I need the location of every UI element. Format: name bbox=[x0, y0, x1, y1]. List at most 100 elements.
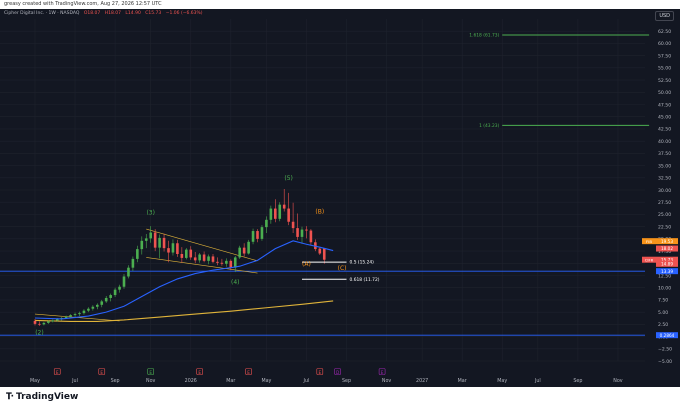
candle-body bbox=[322, 248, 326, 260]
candle-body bbox=[269, 208, 273, 220]
price-tag-label: 19.53 bbox=[661, 239, 673, 244]
candle-body bbox=[242, 247, 246, 254]
wave-label: (5) bbox=[284, 175, 293, 182]
candle-body bbox=[265, 219, 268, 228]
y-tick-label: 32.50 bbox=[658, 176, 671, 182]
x-tick-label: 2026 bbox=[185, 378, 197, 384]
candle-body bbox=[251, 231, 255, 242]
x-tick-label: Sep bbox=[342, 378, 351, 384]
y-tick-label: 35.00 bbox=[658, 163, 671, 169]
x-tick-label: Mar bbox=[458, 378, 467, 384]
y-tick-label: 52.50 bbox=[658, 78, 671, 84]
chart-panel[interactable]: Cipher Digital Inc. · 1W · NASDAQ O18.07… bbox=[0, 9, 680, 387]
candle-body bbox=[189, 249, 193, 258]
candle-body bbox=[118, 286, 121, 290]
price-tag-label: 14.89 bbox=[661, 262, 673, 267]
x-tick-label: Sep bbox=[573, 378, 582, 384]
candle-body bbox=[33, 320, 37, 324]
x-tick-label: Sep bbox=[111, 378, 120, 384]
candle-body bbox=[158, 237, 161, 248]
ema-slow-line bbox=[34, 300, 334, 322]
y-tick-label: 42.50 bbox=[658, 127, 671, 133]
candle-body bbox=[167, 248, 170, 253]
x-tick-label: Nov bbox=[613, 378, 623, 384]
candle-body bbox=[216, 261, 219, 263]
candle-body bbox=[131, 258, 135, 268]
candle-body bbox=[100, 301, 104, 305]
wave-label: (A) bbox=[302, 261, 311, 268]
fib-level-label: 0.618 (11.72) bbox=[350, 277, 380, 283]
candle-body bbox=[207, 256, 210, 261]
y-tick-label: 40.00 bbox=[658, 139, 671, 145]
event-marker-letter: E bbox=[100, 370, 103, 375]
x-tick-label: Jul bbox=[303, 378, 310, 384]
y-tick-label: 7.50 bbox=[658, 298, 668, 304]
price-tag-label: 13.39 bbox=[661, 269, 673, 274]
y-tick-label: −2.50 bbox=[658, 347, 672, 353]
price-tag-label: 0.2864 bbox=[660, 333, 675, 338]
y-tick-label: 60.00 bbox=[658, 41, 671, 47]
wave-label: (C) bbox=[338, 265, 347, 272]
wave-label: (4) bbox=[231, 279, 240, 286]
candle-body bbox=[309, 230, 313, 243]
candle-body bbox=[287, 208, 290, 222]
candle-body bbox=[73, 314, 77, 316]
candle-body bbox=[233, 257, 237, 268]
candle-body bbox=[153, 232, 157, 248]
wave-label: (2) bbox=[35, 330, 44, 337]
wave-label: (B) bbox=[315, 208, 324, 215]
event-marker-letter: E bbox=[318, 370, 321, 375]
candle-body bbox=[87, 308, 90, 311]
brand-name: TradingView bbox=[15, 392, 79, 402]
candlestick-chart[interactable]: −5.00−2.500.002.505.007.5010.0012.5015.0… bbox=[0, 9, 680, 387]
fib-level-label: 1 (43.23) bbox=[479, 123, 499, 129]
candle-body bbox=[180, 254, 184, 258]
event-marker-letter: E bbox=[56, 370, 59, 375]
candle-body bbox=[220, 262, 224, 264]
candle-body bbox=[127, 267, 130, 277]
tv-logo-icon: 𝐓‧ bbox=[6, 392, 14, 402]
candle-body bbox=[47, 321, 50, 323]
candle-body bbox=[296, 228, 299, 237]
candle-body bbox=[162, 237, 166, 249]
candle-body bbox=[91, 306, 95, 309]
candle-body bbox=[78, 313, 81, 315]
x-tick-label: 2027 bbox=[416, 378, 428, 384]
candle-body bbox=[260, 227, 264, 239]
y-tick-label: 25.00 bbox=[658, 212, 671, 218]
ema-fast-line bbox=[34, 240, 334, 320]
footer-bar: 𝐓‧ TradingView bbox=[0, 387, 680, 409]
candle-body bbox=[82, 310, 86, 314]
candle-body bbox=[305, 229, 308, 231]
candle-body bbox=[176, 243, 179, 255]
y-tick-label: 47.50 bbox=[658, 102, 671, 108]
x-tick-label: May bbox=[497, 378, 507, 384]
candle-body bbox=[171, 243, 175, 253]
candle-body bbox=[211, 256, 215, 262]
x-tick-label: Jul bbox=[534, 378, 541, 384]
y-tick-label: 22.50 bbox=[658, 224, 671, 230]
candle-body bbox=[42, 322, 46, 325]
x-tick-label: Jul bbox=[71, 378, 78, 384]
y-tick-label: 12.50 bbox=[658, 273, 671, 279]
candle-body bbox=[64, 316, 68, 319]
fib-level-label: 1.618 (61.73) bbox=[469, 33, 499, 39]
y-tick-label: 2.50 bbox=[658, 322, 668, 328]
candle-body bbox=[109, 295, 112, 298]
candle-body bbox=[198, 254, 201, 261]
x-tick-label: Nov bbox=[382, 378, 392, 384]
y-tick-label: 55.00 bbox=[658, 66, 671, 72]
x-tick-label: Nov bbox=[146, 378, 156, 384]
y-tick-label: 37.50 bbox=[658, 151, 671, 157]
y-tick-label: 5.00 bbox=[658, 310, 668, 316]
wave-label: (3) bbox=[146, 209, 155, 216]
y-tick-label: 30.00 bbox=[658, 188, 671, 194]
candle-body bbox=[193, 257, 197, 261]
tradingview-logo[interactable]: 𝐓‧ TradingView bbox=[6, 392, 78, 402]
event-marker-letter: D bbox=[336, 370, 339, 375]
candle-body bbox=[185, 249, 188, 258]
candle-body bbox=[149, 232, 152, 239]
candle-body bbox=[51, 320, 55, 322]
candle-body bbox=[238, 247, 241, 258]
fib-level-label: 0.5 (15.24) bbox=[350, 260, 375, 266]
